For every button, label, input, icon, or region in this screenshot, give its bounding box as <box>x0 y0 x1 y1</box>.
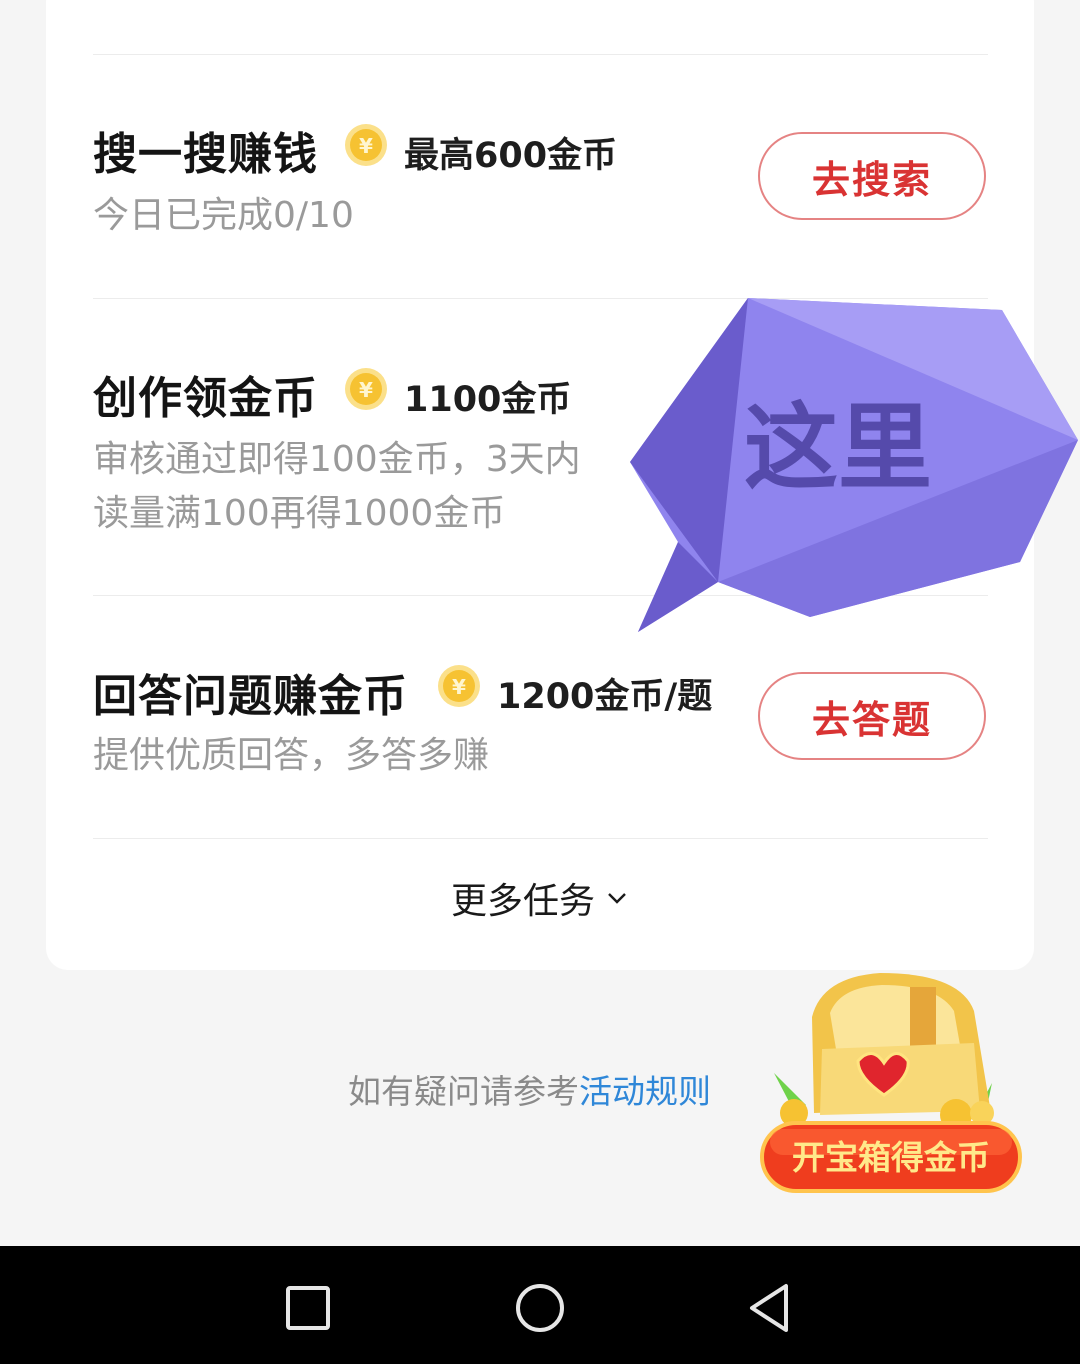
more-tasks-toggle[interactable]: 更多任务 <box>0 872 1080 924</box>
task-title-create: 创作领金币 <box>93 373 318 424</box>
home-button[interactable] <box>500 1268 580 1348</box>
task-reward: 1100金币 <box>404 380 572 420</box>
activity-rules-link[interactable]: 活动规则 <box>579 1072 711 1111</box>
svg-text:¥: ¥ <box>452 675 466 699</box>
coin-icon: ¥ <box>345 368 387 410</box>
task-progress: 今日已完成0/10 <box>93 195 354 236</box>
divider <box>93 838 988 839</box>
system-nav-bar <box>0 1246 1080 1364</box>
go-search-button[interactable]: 去搜索 <box>758 132 986 220</box>
speech-sticker: 这里 <box>630 298 1078 632</box>
back-icon <box>750 1284 788 1332</box>
svg-text:¥: ¥ <box>359 134 373 158</box>
sticker-text: 这里 <box>744 394 932 503</box>
recent-apps-button[interactable] <box>268 1268 348 1348</box>
treasure-chest-button[interactable]: 开宝箱得金币 <box>760 965 1025 1200</box>
task-desc-line2: 读量满100再得1000金币 <box>93 493 506 534</box>
task-desc: 提供优质回答，多答多赚 <box>93 735 490 776</box>
svg-text:¥: ¥ <box>359 378 373 402</box>
back-button[interactable] <box>730 1268 810 1348</box>
recent-apps-icon <box>286 1286 330 1330</box>
coin-icon: ¥ <box>345 124 387 166</box>
task-title-search: 搜一搜赚钱 <box>93 129 318 180</box>
more-tasks-label: 更多任务 <box>450 881 595 922</box>
treasure-chest-icon <box>774 973 994 1131</box>
chevron-down-icon <box>608 893 626 904</box>
task-reward: 1200金币/题 <box>497 677 713 717</box>
go-answer-button[interactable]: 去答题 <box>758 672 986 760</box>
task-reward: 最高600金币 <box>404 136 618 176</box>
faq-text: 如有疑问请参考 <box>348 1072 579 1111</box>
coin-icon: ¥ <box>438 665 480 707</box>
treasure-label: 开宝箱得金币 <box>792 1138 990 1177</box>
task-desc-line1: 审核通过即得100金币，3天内 <box>93 439 581 480</box>
faq-line: 如有疑问请参考活动规则 <box>348 1065 711 1113</box>
task-title-answer: 回答问题赚金币 <box>93 671 408 722</box>
home-icon <box>516 1284 564 1332</box>
divider <box>93 54 988 55</box>
